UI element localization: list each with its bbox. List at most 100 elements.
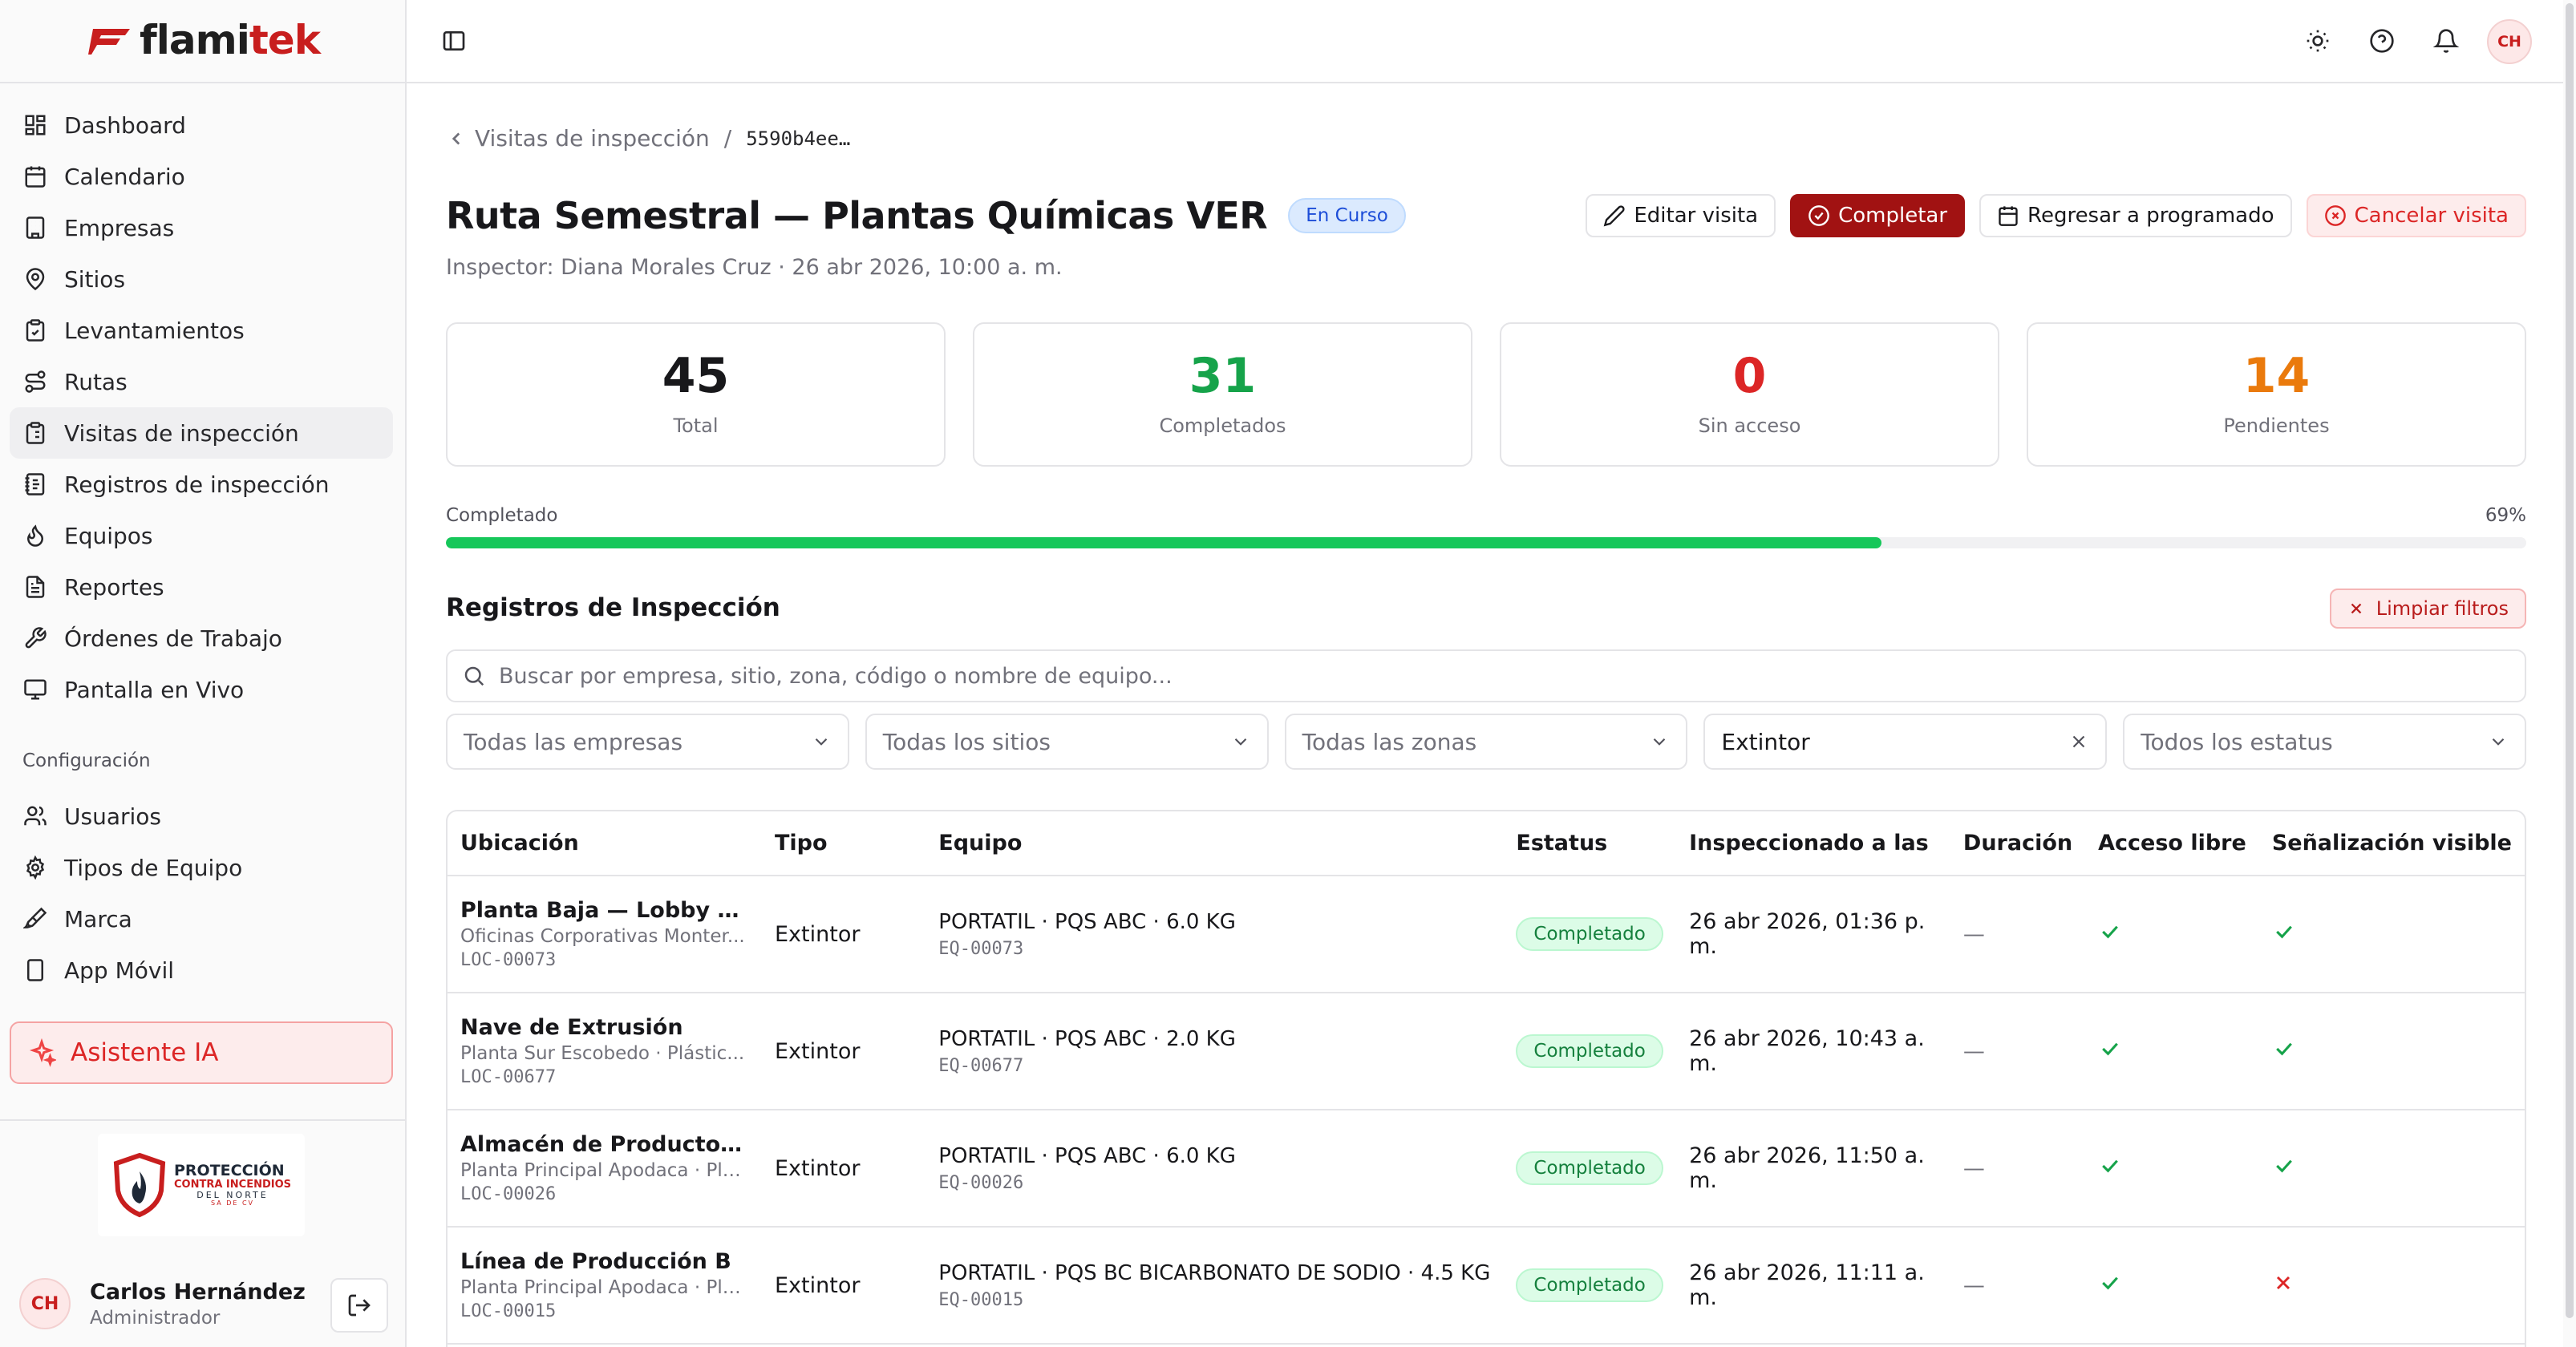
sitio-filter-select[interactable]: Todas los sitios [865, 714, 1269, 770]
sidebar-item-pantalla-en-vivo[interactable]: Pantalla en Vivo [10, 664, 393, 715]
route-icon [22, 369, 48, 394]
table-row[interactable]: Nave de Extrusión Planta Sur Escobedo · … [448, 993, 2525, 1110]
column-header[interactable]: Equipo [925, 811, 1504, 876]
column-header[interactable]: Señalización visible [2258, 811, 2525, 876]
equipment-code: EQ-00073 [938, 938, 1024, 959]
flamitek-logo[interactable]: flamitek [88, 14, 321, 66]
sidebar-item-sitios[interactable]: Sitios [10, 253, 393, 305]
check-icon [2258, 876, 2525, 993]
scrollbar-thumb[interactable] [2566, 3, 2574, 1318]
edit-visit-label: Editar visita [1634, 204, 1759, 228]
sidebar-item-label: Equipos [64, 522, 153, 549]
chevron-down-icon [1234, 738, 1246, 746]
table-row[interactable]: Línea de Producción B Planta Principal A… [448, 1227, 2525, 1345]
table-row[interactable]: Almacén de Producto Ter... Planta Princi… [448, 1110, 2525, 1228]
sidebar-item-marca[interactable]: Marca [10, 893, 393, 945]
user-name: Carlos Hernández ... [90, 1279, 314, 1305]
sidebar-item-label: Rutas [64, 368, 128, 395]
company-logo-text: PROTECCIÓN CONTRA INCENDIOS DEL NORTE SA… [174, 1161, 291, 1207]
status-badge: Completado [1516, 917, 1663, 951]
empresa-filter-select[interactable]: Todas las empresas [446, 714, 849, 770]
complete-button[interactable]: Completar [1790, 194, 1966, 237]
flame-icon [22, 523, 48, 548]
sidebar-item-levantamientos[interactable]: Levantamientos [10, 305, 393, 356]
check-icon [2085, 876, 2259, 993]
location-site: Planta Principal Apodaca · Plá... [460, 1277, 749, 1298]
inspected-at-cell: 26 abr 2026, 11:11 a. m. [1676, 1227, 1950, 1345]
help-button[interactable] [2365, 24, 2399, 58]
location-name: Nave de Extrusión [460, 1015, 683, 1040]
equipment-code: EQ-00015 [938, 1289, 1024, 1310]
type-cell: Extintor [762, 993, 926, 1110]
sidebar-item-label: Reportes [64, 573, 164, 601]
equipment-name: PORTATIL · PQS ABC · 6.0 KG [938, 1143, 1236, 1168]
theme-toggle-button[interactable] [2301, 24, 2335, 58]
ai-assistant-button[interactable]: Asistente IA [10, 1021, 393, 1084]
sidebar-item-calendario[interactable]: Calendario [10, 151, 393, 202]
location-code: LOC-00015 [460, 1301, 557, 1321]
zona-filter-select[interactable]: Todas las zonas [1284, 714, 1688, 770]
status-badge: Completado [1516, 1034, 1663, 1068]
notebook-icon [22, 471, 48, 497]
column-header[interactable]: Tipo [762, 811, 926, 876]
sidebar-item-empresas[interactable]: Empresas [10, 202, 393, 253]
sidebar-item-rutas[interactable]: Rutas [10, 356, 393, 407]
chevron-down-icon [815, 738, 828, 746]
visit-subtitle: Inspector: Diana Morales Cruz · 26 abr 2… [446, 255, 1063, 280]
sidebar-item-label: Usuarios [64, 803, 161, 830]
sidebar-item-dashboard[interactable]: Dashboard [10, 99, 393, 151]
bell-icon [2433, 29, 2459, 53]
clear-filters-button[interactable]: Limpiar filtros [2329, 589, 2526, 629]
avatar[interactable]: CH [19, 1278, 71, 1329]
topbar-avatar[interactable]: CH [2487, 19, 2532, 64]
sidebar-item-app-movil[interactable]: App Móvil [10, 945, 393, 996]
column-header[interactable]: Estatus [1503, 811, 1677, 876]
breadcrumb-current: 5590b4ee… [746, 127, 851, 150]
action-buttons: Editar visita Completar Regresar a progr… [1586, 194, 2526, 237]
edit-visit-button[interactable]: Editar visita [1586, 194, 1776, 237]
calendar-icon [22, 164, 48, 189]
sidebar-item-visitas-de-inspeccion[interactable]: Visitas de inspección [10, 407, 393, 459]
filter-row: Todas las empresas Todas los sitios Toda… [446, 714, 2526, 770]
check-icon [2085, 1227, 2259, 1345]
column-header[interactable]: Inspeccionado a las [1676, 811, 1950, 876]
empresa-filter-value: Todas las empresas [464, 728, 683, 755]
search-box [446, 649, 2526, 702]
tipo-filter-select[interactable]: Extintor [1703, 714, 2108, 770]
check-icon [2085, 1110, 2259, 1228]
sidebar-toggle-button[interactable] [437, 24, 471, 58]
chevron-down-icon [2492, 738, 2505, 746]
stat-value: 45 [662, 348, 730, 404]
logout-button[interactable] [330, 1278, 388, 1333]
notifications-button[interactable] [2429, 24, 2463, 58]
sidebar-item-label: Visitas de inspección [64, 419, 299, 447]
sidebar-item-ordenes-de-trabajo[interactable]: Órdenes de Trabajo [10, 613, 393, 664]
stat-value: 14 [2242, 348, 2311, 404]
stat-label: Sin acceso [1698, 415, 1801, 437]
back-to-scheduled-button[interactable]: Regresar a programado [1979, 194, 2292, 237]
clear-filter-x-icon[interactable] [2068, 731, 2089, 752]
equipment-cell: PORTATIL · PQS BC BICARBONATO DE SODIO ·… [925, 1227, 1504, 1345]
sidebar-item-reportes[interactable]: Reportes [10, 561, 393, 613]
sidebar-item-usuarios[interactable]: Usuarios [10, 791, 393, 842]
type-cell: Extintor [762, 876, 926, 993]
sidebar-item-registros-de-inspeccion[interactable]: Registros de inspección [10, 459, 393, 510]
stat-label: Completados [1159, 415, 1286, 437]
sidebar-item-equipos[interactable]: Equipos [10, 510, 393, 561]
cancel-visit-button[interactable]: Cancelar visita [2306, 194, 2526, 237]
breadcrumb-parent-link[interactable]: Visitas de inspección [475, 125, 710, 152]
column-header[interactable]: Acceso libre [2085, 811, 2259, 876]
table-row[interactable]: Planta Baja — Lobby y R... Oficinas Corp… [448, 876, 2525, 993]
column-header[interactable]: Duración [1950, 811, 2086, 876]
chevron-left-icon[interactable] [446, 128, 467, 149]
map-pin-icon [22, 266, 48, 292]
inspected-at-cell: 26 abr 2026, 11:50 a. m. [1676, 1110, 1950, 1228]
location-code: LOC-00073 [460, 950, 557, 970]
cancel-visit-label: Cancelar visita [2354, 204, 2509, 228]
sidebar-item-tipos-de-equipo[interactable]: Tipos de Equipo [10, 842, 393, 893]
estatus-filter-select[interactable]: Todos los estatus [2123, 714, 2526, 770]
search-input[interactable] [499, 663, 2525, 689]
smartphone-icon [22, 957, 48, 983]
column-header[interactable]: Ubicación [448, 811, 762, 876]
back-to-scheduled-label: Regresar a programado [2027, 204, 2274, 228]
